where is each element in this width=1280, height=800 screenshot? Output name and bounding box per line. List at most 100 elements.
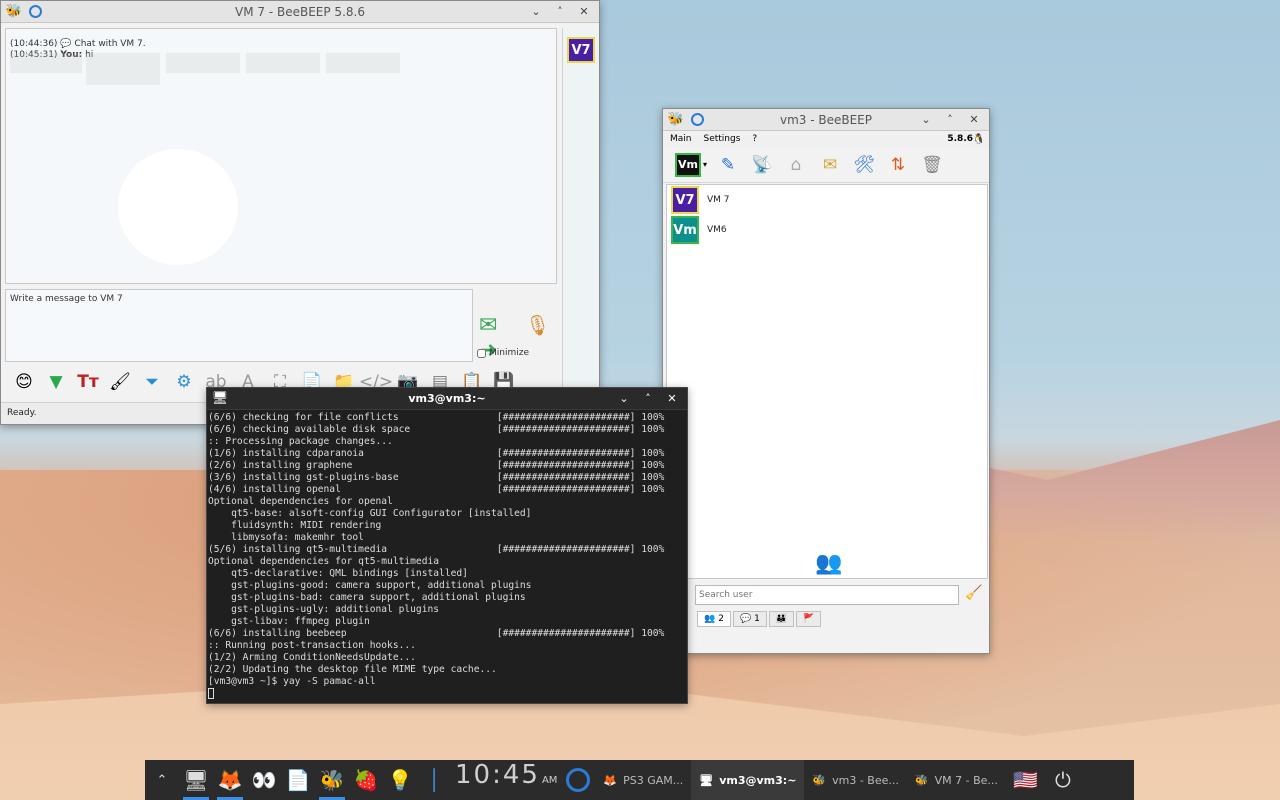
maximize-icon[interactable]: ˄ [551, 3, 569, 21]
tab-chats[interactable]: 💬 1 [732, 611, 767, 627]
minimize-checkbox[interactable]: Minimize [477, 348, 529, 358]
bulb-icon[interactable]: 💡 [383, 760, 417, 800]
emoticon-icon[interactable]: 😊 [11, 369, 37, 395]
tab-groups[interactable]: 👪 [768, 611, 795, 627]
ghost-panel [86, 53, 160, 85]
beebeep-icon: 🐝 [914, 773, 929, 787]
speech-bubble-icon: 💬 [60, 39, 72, 49]
power-icon[interactable]: ⏻ [1046, 760, 1080, 800]
terminal-titlebar[interactable]: 🖥 vm3@vm3:~ ⌄ ˄ ✕ [207, 388, 687, 410]
microphone-icon[interactable]: 🎙 [525, 313, 550, 341]
edit-profile-icon[interactable]: ✎ [715, 152, 741, 178]
terminal-line: (6/6) checking for file conflicts [#####… [208, 412, 665, 423]
maximize-icon[interactable]: ˄ [639, 390, 657, 408]
terminal-line: gst-plugins-good: camera support, additi… [208, 580, 532, 591]
list-item[interactable]: V7 VM 7 [667, 185, 987, 215]
ghost-panel [166, 53, 240, 73]
terminal-line: (2/2) Updating the desktop file MIME typ… [208, 664, 497, 675]
terminal-line: gst-libav: ffmpeg plugin [208, 616, 370, 627]
send-icon[interactable]: ✉➜ [479, 313, 513, 363]
terminal-icon[interactable]: 🖥 [211, 390, 229, 408]
beebeep-icon[interactable]: 🐝 [315, 760, 349, 800]
minimize-check[interactable] [477, 348, 486, 358]
terminal-output[interactable]: (6/6) checking for file conflicts [#####… [207, 410, 687, 702]
clock[interactable]: 10:45 AM [451, 760, 561, 800]
terminal-line: :: Processing package changes... [208, 436, 393, 447]
tab-messages[interactable]: 🚩 [796, 611, 822, 627]
task-ps3[interactable]: 🦊 PS3 GAM... [595, 760, 691, 800]
chat-titlebar[interactable]: 🐝 VM 7 - BeeBEEP 5.8.6 ⌄ ˄ ✕ [1, 1, 599, 23]
user-name: VM6 [707, 225, 727, 235]
compose-message-icon[interactable]: ✉ [817, 152, 843, 178]
message-input[interactable]: Write a message to VM 7 [5, 289, 473, 362]
task-terminal[interactable]: 🖥 vm3@vm3:~ [691, 760, 805, 800]
download-icon[interactable]: ▼ [43, 369, 69, 395]
terminal-line: fluidsynth: MIDI rendering [208, 520, 382, 531]
chevron-down-icon[interactable]: ⌄ [917, 111, 935, 129]
ghost-panel [10, 53, 82, 73]
launcher-up-icon[interactable]: ⌃ [145, 760, 179, 800]
close-icon[interactable]: ✕ [663, 390, 681, 408]
avatar: Vm [671, 216, 699, 244]
terminal-line: qt5-base: alsoft-config GUI Configurator… [208, 508, 532, 519]
filter-icon[interactable]: ⏷ [139, 369, 165, 395]
clear-search-icon[interactable]: 🧹 [965, 585, 982, 601]
pin-circle-icon[interactable] [691, 113, 704, 126]
tab-users[interactable]: 👥 2 [697, 611, 731, 627]
menu-main[interactable]: Main [670, 134, 692, 144]
avatar[interactable]: V7 [567, 37, 595, 63]
user-name: VM 7 [707, 195, 730, 205]
task-vm7-beebeep[interactable]: 🐝 VM 7 - Be... [907, 760, 1006, 800]
network-icon[interactable]: 📡 [749, 152, 775, 178]
us-flag-icon[interactable]: 🇺🇸 [1006, 760, 1046, 800]
menu-settings[interactable]: Settings [704, 134, 741, 144]
ghost-panel [326, 53, 400, 73]
message-line: (10:44:36) 💬 Chat with VM 7. [10, 39, 146, 49]
settings-icon[interactable]: ⚙ [171, 369, 197, 395]
chevron-down-icon[interactable]: ⌄ [615, 390, 633, 408]
firefox-icon[interactable]: 🦊 [213, 760, 247, 800]
my-avatar-button[interactable]: Vm [675, 152, 701, 177]
terminal-cursor [208, 688, 214, 699]
terminal-line: gst-plugins-bad: camera support, additio… [208, 592, 526, 603]
pin-circle-icon[interactable] [29, 5, 42, 18]
menu-help[interactable]: ? [752, 134, 757, 144]
taskbar: ⌃ 🖥 🦊 👀 📄 🐝 🍓 💡 │ 10:45 AM 🦊 PS3 GAM... 🖥 v… [145, 760, 1134, 800]
chevron-down-icon[interactable]: ⌄ [527, 3, 545, 21]
vm3-titlebar[interactable]: 🐝 vm3 - BeeBEEP ⌄ ˄ ✕ [663, 109, 989, 131]
list-item[interactable]: Vm VM6 [667, 215, 987, 245]
terminal-line: Optional dependencies for qt5-multimedia [208, 556, 440, 567]
avatar: V7 [671, 186, 699, 214]
circle-icon[interactable] [561, 760, 595, 800]
terminal-icon[interactable]: 🖥 [179, 760, 213, 800]
close-icon[interactable]: ✕ [575, 3, 593, 21]
home-icon[interactable]: ⌂ [783, 152, 809, 178]
beebeep-icon[interactable]: 🐝 [5, 3, 23, 21]
terminal-line: (1/2) Arming ConditionNeedsUpdate... [208, 652, 416, 663]
document-icon[interactable]: 📄 [281, 760, 315, 800]
color-picker-icon[interactable]: 🖌 [107, 369, 133, 395]
chat-side-panel [562, 28, 598, 402]
chat-window-title: VM 7 - BeeBEEP 5.8.6 [235, 4, 365, 19]
eyes-icon[interactable]: 👀 [247, 760, 281, 800]
maximize-icon[interactable]: ˄ [941, 111, 959, 129]
message-history[interactable]: (10:44:36) 💬 Chat with VM 7. (10:45:31) … [5, 28, 557, 284]
raspberry-icon[interactable]: 🍓 [349, 760, 383, 800]
close-icon[interactable]: ✕ [965, 111, 983, 129]
terminal-line: (4/6) installing openal [###############… [208, 484, 665, 495]
thermometer-icon[interactable]: │ [417, 760, 451, 800]
terminal-line: libmysofa: makemhr tool [208, 532, 364, 543]
update-icon[interactable]: ⇅ [885, 152, 911, 178]
beebeep-icon[interactable]: 🐝 [667, 111, 685, 129]
tools-icon[interactable]: 🛠 [851, 152, 877, 178]
search-input[interactable] [695, 585, 959, 605]
terminal-line: (1/6) installing cdparanoia [###########… [208, 448, 665, 459]
terminal-line: gst-plugins-ugly: additional plugins [208, 604, 440, 615]
terminal-line: (2/6) installing graphene [#############… [208, 460, 665, 471]
users-icon: 👥 [704, 614, 716, 624]
terminal-icon: 🖥 [699, 773, 714, 787]
font-icon[interactable]: Tт [75, 369, 101, 395]
trash-icon[interactable]: 🗑 [919, 152, 945, 178]
dropdown-arrow-icon[interactable]: ▾ [703, 160, 707, 169]
task-vm3-beebeep[interactable]: 🐝 vm3 - Bee... [804, 760, 906, 800]
